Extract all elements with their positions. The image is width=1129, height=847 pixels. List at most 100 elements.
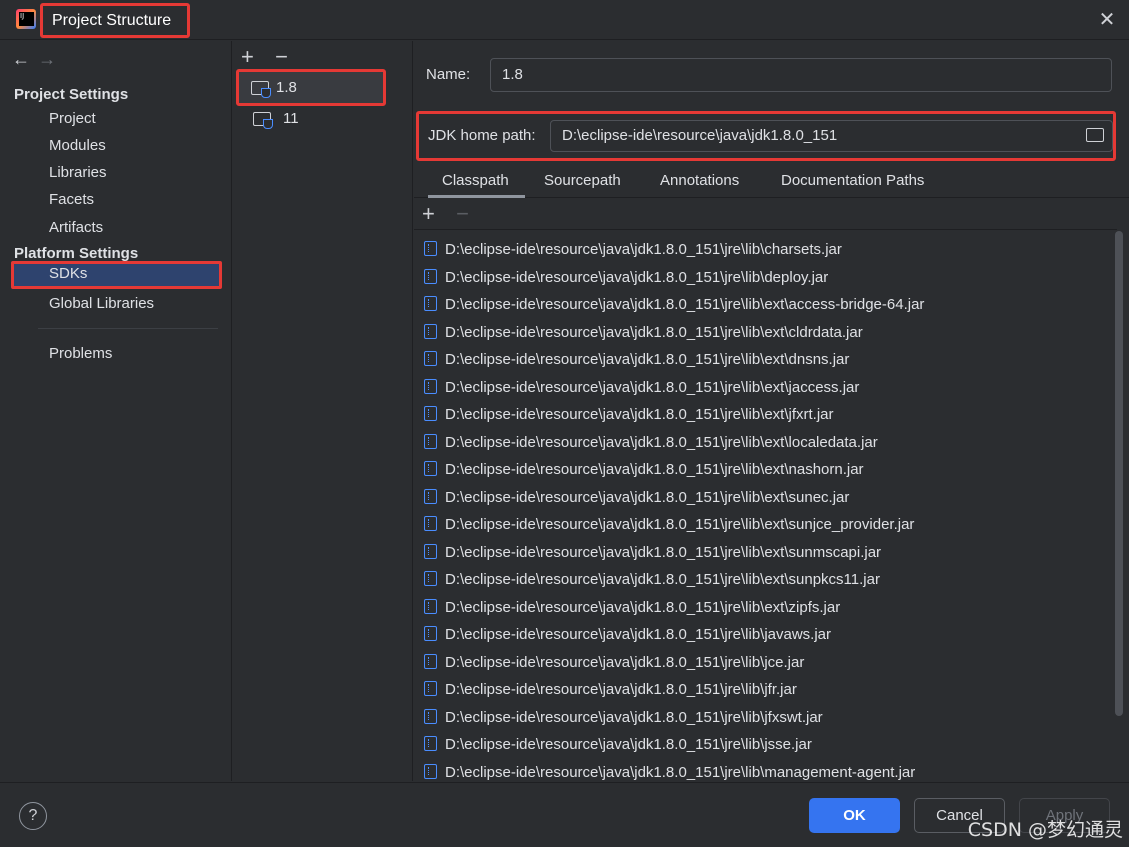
vertical-scrollbar[interactable] [1115,231,1123,716]
sdk-item-label: 1.8 [276,79,297,96]
classpath-row[interactable]: D:\eclipse-ide\resource\java\jdk1.8.0_15… [424,347,849,373]
classpath-path: D:\eclipse-ide\resource\java\jdk1.8.0_15… [445,763,916,781]
jdk-home-path-label: JDK home path: [428,127,536,144]
classpath-row[interactable]: D:\eclipse-ide\resource\java\jdk1.8.0_15… [424,512,914,538]
classpath-path: D:\eclipse-ide\resource\java\jdk1.8.0_15… [445,378,860,396]
classpath-row[interactable]: D:\eclipse-ide\resource\java\jdk1.8.0_15… [424,320,863,346]
jdk-home-path-value: D:\eclipse-ide\resource\java\jdk1.8.0_15… [562,127,838,144]
forward-arrow-icon[interactable]: → [38,49,60,70]
classpath-path: D:\eclipse-ide\resource\java\jdk1.8.0_15… [445,323,863,341]
classpath-row[interactable]: D:\eclipse-ide\resource\java\jdk1.8.0_15… [424,292,924,318]
classpath-path: D:\eclipse-ide\resource\java\jdk1.8.0_15… [445,406,834,423]
nav-item-facets[interactable]: Facets [14,187,220,213]
classpath-row[interactable]: D:\eclipse-ide\resource\java\jdk1.8.0_15… [424,265,828,291]
nav-history: ← → [12,49,60,71]
jar-archive-icon [424,488,437,504]
back-arrow-icon[interactable]: ← [12,49,34,70]
classpath-row[interactable]: D:\eclipse-ide\resource\java\jdk1.8.0_15… [424,540,881,566]
classpath-row[interactable]: D:\eclipse-ide\resource\java\jdk1.8.0_15… [424,732,812,758]
sdk-list-panel: + − 1.8 11 [233,41,413,781]
jar-archive-icon [424,736,437,751]
nav-item-sdks[interactable]: SDKs [11,261,222,289]
nav-item-artifacts[interactable]: Artifacts [14,215,220,241]
classpath-row[interactable]: D:\eclipse-ide\resource\java\jdk1.8.0_15… [424,760,915,783]
project-settings-header: Project Settings [14,86,129,103]
add-icon[interactable]: + [422,201,452,227]
classpath-path: D:\eclipse-ide\resource\java\jdk1.8.0_15… [445,653,805,671]
window-title: Project Structure [40,3,190,38]
classpath-row[interactable]: D:\eclipse-ide\resource\java\jdk1.8.0_15… [424,677,797,703]
nav-item-global-libraries[interactable]: Global Libraries [14,291,220,317]
remove-icon[interactable]: − [275,44,305,70]
name-field[interactable]: 1.8 [490,58,1112,92]
jar-archive-icon [424,406,437,421]
classpath-row[interactable]: D:\eclipse-ide\resource\java\jdk1.8.0_15… [424,650,804,676]
classpath-row[interactable]: D:\eclipse-ide\resource\java\jdk1.8.0_15… [424,485,849,511]
tab-annotations[interactable]: Annotations [660,172,739,189]
jar-archive-icon [424,461,437,476]
jdk-folder-icon [251,81,271,98]
tab-documentation-paths[interactable]: Documentation Paths [781,172,924,189]
classpath-row[interactable]: D:\eclipse-ide\resource\java\jdk1.8.0_15… [424,237,842,263]
browse-folder-icon[interactable] [1086,128,1104,142]
tab-sourcepath[interactable]: Sourcepath [544,172,621,189]
jar-archive-icon [424,626,437,641]
classpath-row[interactable]: D:\eclipse-ide\resource\java\jdk1.8.0_15… [424,622,831,648]
classpath-path: D:\eclipse-ide\resource\java\jdk1.8.0_15… [445,488,850,506]
sdk-toolbar: + − [241,44,305,70]
classpath-path: D:\eclipse-ide\resource\java\jdk1.8.0_15… [445,736,812,753]
sdk-item-label: 11 [283,110,299,127]
nav-item-modules[interactable]: Modules [14,133,220,159]
jar-archive-icon [424,433,437,449]
close-icon[interactable]: ✕ [1097,10,1117,30]
remove-icon[interactable]: − [456,201,486,227]
jar-archive-icon [424,708,437,724]
classpath-path: D:\eclipse-ide\resource\java\jdk1.8.0_15… [445,433,878,451]
nav-item-problems[interactable]: Problems [14,341,220,367]
jar-archive-icon [424,516,437,531]
classpath-path: D:\eclipse-ide\resource\java\jdk1.8.0_15… [445,296,925,313]
nav-item-project[interactable]: Project [14,106,220,132]
sdk-item-11[interactable]: 11 [249,106,393,132]
classpath-row[interactable]: D:\eclipse-ide\resource\java\jdk1.8.0_15… [424,595,840,621]
sdk-item-1-8[interactable]: 1.8 [236,69,386,106]
classpath-path: D:\eclipse-ide\resource\java\jdk1.8.0_15… [445,461,864,478]
tab-classpath[interactable]: Classpath [428,172,525,198]
classpath-row[interactable]: D:\eclipse-ide\resource\java\jdk1.8.0_15… [424,402,834,428]
jar-archive-icon [424,241,437,256]
jar-archive-icon [424,653,437,669]
classpath-row[interactable]: D:\eclipse-ide\resource\java\jdk1.8.0_15… [424,430,878,456]
classpath-row[interactable]: D:\eclipse-ide\resource\java\jdk1.8.0_15… [424,375,859,401]
jar-archive-icon [424,268,437,284]
classpath-row[interactable]: D:\eclipse-ide\resource\java\jdk1.8.0_15… [424,705,823,731]
nav-item-libraries[interactable]: Libraries [14,160,220,186]
ok-button[interactable]: OK [809,798,900,833]
add-icon[interactable]: + [241,44,271,70]
classpath-row[interactable]: D:\eclipse-ide\resource\java\jdk1.8.0_15… [424,457,864,483]
jar-archive-icon [424,351,437,366]
classpath-row[interactable]: D:\eclipse-ide\resource\java\jdk1.8.0_15… [424,567,880,593]
dialog-footer: ? OK Cancel Apply CSDN @梦幻通灵 [0,782,1129,847]
jar-archive-icon [424,543,437,559]
classpath-list[interactable]: D:\eclipse-ide\resource\java\jdk1.8.0_15… [414,229,1117,782]
name-label: Name: [426,66,471,83]
classpath-path: D:\eclipse-ide\resource\java\jdk1.8.0_15… [445,268,829,286]
sdk-details-panel: Name: 1.8 JDK home path: D:\eclipse-ide\… [414,41,1129,781]
watermark: CSDN @梦幻通灵 [967,819,1123,841]
jdk-folder-icon [253,112,273,129]
classpath-path: D:\eclipse-ide\resource\java\jdk1.8.0_15… [445,571,880,588]
jdk-home-path-field[interactable]: D:\eclipse-ide\resource\java\jdk1.8.0_15… [550,120,1113,152]
classpath-path: D:\eclipse-ide\resource\java\jdk1.8.0_15… [445,543,882,561]
jar-archive-icon [424,598,437,614]
jar-archive-icon [424,323,437,339]
jar-archive-icon [424,681,437,696]
classpath-toolbar: + − [422,201,486,227]
help-button[interactable]: ? [19,802,47,830]
jar-archive-icon [424,296,437,311]
classpath-path: D:\eclipse-ide\resource\java\jdk1.8.0_15… [445,351,850,368]
title-bar: Project Structure ✕ [0,0,1129,40]
classpath-path: D:\eclipse-ide\resource\java\jdk1.8.0_15… [445,626,832,643]
jar-archive-icon [424,763,437,779]
classpath-path: D:\eclipse-ide\resource\java\jdk1.8.0_15… [445,681,797,698]
jar-archive-icon [424,571,437,586]
